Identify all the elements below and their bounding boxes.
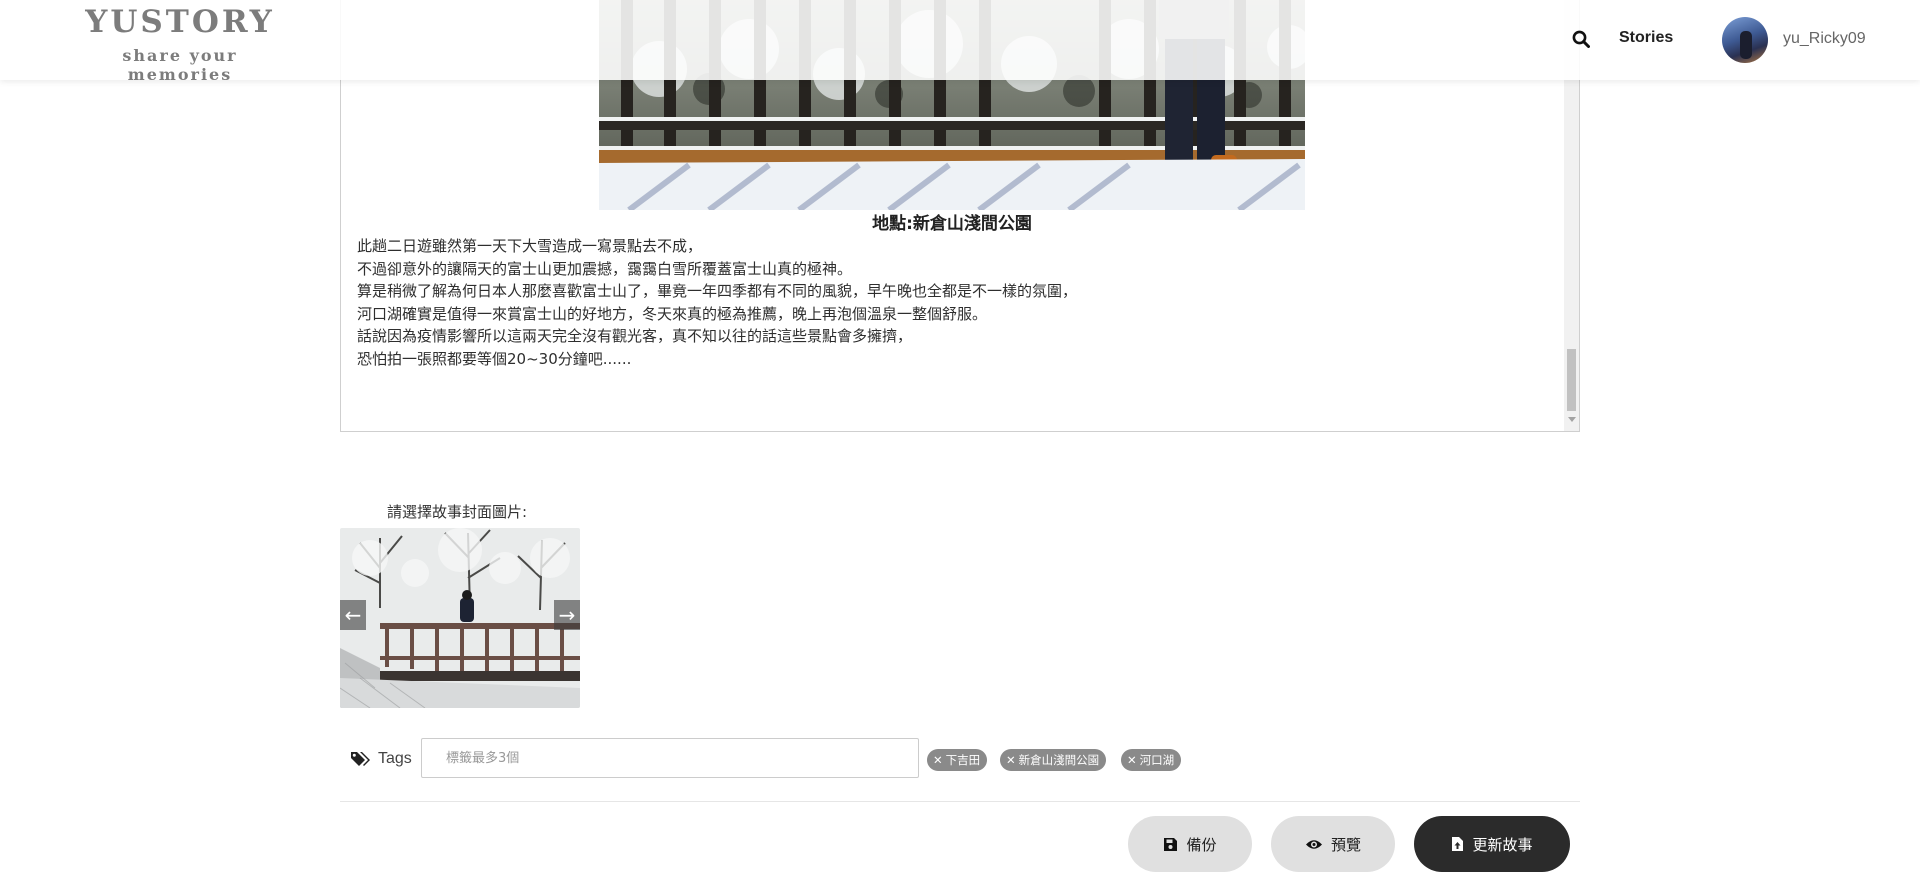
avatar[interactable]: [1722, 17, 1768, 63]
logo-title: YUSTORY: [85, 4, 275, 40]
search-icon[interactable]: [1572, 30, 1590, 48]
scrollbar-thumb[interactable]: [1567, 349, 1576, 411]
update-story-button[interactable]: 更新故事: [1414, 816, 1570, 872]
tag-chip-label: 新倉山淺間公園: [1018, 753, 1100, 767]
story-paragraph: 話說因為疫情影響所以這兩天完全沒有觀光客，真不知以往的話這些景點會多擁擠，: [357, 327, 913, 345]
tags-input[interactable]: [421, 738, 919, 778]
photo-caption: 地點:新倉山淺間公園: [872, 214, 1032, 234]
story-paragraph: 算是稍微了解為何日本人那麼喜歡富士山了，畢竟一年四季都有不同的風貌，早午晚也全都…: [357, 282, 1078, 300]
remove-tag-icon[interactable]: ✕: [933, 753, 943, 767]
update-story-button-label: 更新故事: [1472, 835, 1533, 854]
divider: [340, 801, 1580, 802]
tag-chip[interactable]: ✕ 河口湖: [1121, 749, 1182, 771]
preview-button-label: 預覽: [1330, 835, 1361, 854]
tag-chip[interactable]: ✕ 下吉田: [927, 749, 988, 771]
scroll-down-arrow-icon[interactable]: [1568, 417, 1576, 422]
story-paragraph: 恐怕拍一張照都要等個20~30分鐘吧......: [357, 349, 632, 368]
cover-select-label: 請選擇故事封面圖片:: [387, 503, 528, 521]
backup-button[interactable]: 備份: [1128, 816, 1252, 872]
tags-label: Tags: [378, 750, 412, 767]
nav-stories-link[interactable]: Stories: [1619, 29, 1673, 47]
preview-button[interactable]: 預覽: [1271, 816, 1395, 872]
chevron-left-icon[interactable]: ←: [340, 600, 366, 630]
logo-subtitle: share your memories: [122, 46, 238, 84]
story-paragraph: 河口湖確實是值得一來賞富士山的好地方，冬天來真的極為推薦，晚上再泡個溫泉一整個舒…: [357, 304, 988, 323]
chevron-right-icon[interactable]: →: [554, 600, 580, 630]
remove-tag-icon[interactable]: ✕: [1127, 753, 1137, 767]
file-upload-icon: [1452, 837, 1464, 851]
tag-chip[interactable]: ✕ 新倉山淺間公園: [1000, 749, 1107, 771]
avatar-figure: [1740, 31, 1752, 59]
story-paragraph: 此趟二日遊雖然第一天下大雪造成一寫景點去不成，: [357, 237, 703, 255]
username-link[interactable]: yu_Ricky09: [1783, 30, 1866, 48]
story-text[interactable]: 此趟二日遊雖然第一天下大雪造成一寫景點去不成， 不過卻意外的讓隔天的富士山更加震…: [357, 235, 1547, 370]
story-paragraph: 不過卻意外的讓隔天的富士山更加震撼，靄靄白雪所覆蓋富士山真的極神。: [357, 259, 853, 278]
site-logo[interactable]: YUSTORY share your memories: [70, 4, 290, 84]
backup-button-label: 備份: [1186, 835, 1217, 854]
tags-icon: [351, 752, 370, 766]
site-header: YUSTORY share your memories Stories yu_R…: [0, 0, 1920, 84]
eye-icon: [1305, 839, 1322, 849]
cover-image: [340, 528, 580, 708]
remove-tag-icon[interactable]: ✕: [1006, 753, 1016, 767]
save-icon: [1164, 837, 1178, 851]
tag-chip-label: 河口湖: [1139, 753, 1175, 767]
cover-image-carousel[interactable]: ← →: [340, 528, 580, 708]
tag-chip-label: 下吉田: [945, 753, 981, 767]
